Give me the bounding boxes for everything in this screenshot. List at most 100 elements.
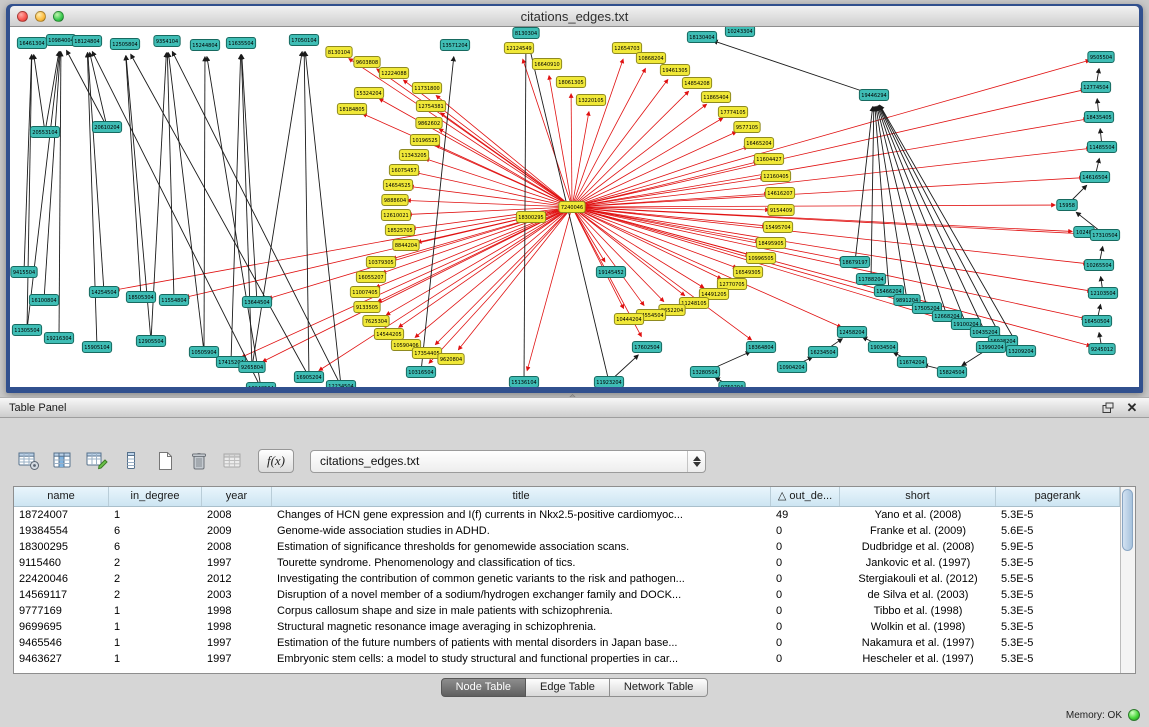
cell-out_de[interactable]: 0 bbox=[771, 619, 840, 635]
cell-short[interactable]: Nakamura et al. (1997) bbox=[840, 635, 996, 651]
network-node[interactable]: 18525705 bbox=[385, 225, 414, 236]
column-header-year[interactable]: year bbox=[202, 487, 272, 506]
cell-short[interactable]: Tibbo et al. (1998) bbox=[840, 603, 996, 619]
column-header-short[interactable]: short bbox=[840, 487, 996, 506]
cell-title[interactable]: Estimation of the future numbers of pati… bbox=[272, 635, 771, 651]
network-node[interactable]: 16465204 bbox=[744, 138, 773, 149]
network-node[interactable]: 10196525 bbox=[410, 135, 439, 146]
network-edge[interactable] bbox=[572, 207, 843, 260]
new-document-icon[interactable] bbox=[150, 447, 180, 475]
cell-year[interactable]: 2003 bbox=[202, 587, 272, 603]
network-edge[interactable] bbox=[439, 129, 572, 207]
network-node[interactable]: 8130104 bbox=[326, 47, 352, 58]
cell-name[interactable]: 9777169 bbox=[14, 603, 109, 619]
function-builder-button[interactable]: f(x) bbox=[258, 449, 294, 473]
network-edge[interactable] bbox=[67, 51, 107, 127]
network-node[interactable]: 12124549 bbox=[504, 43, 533, 54]
network-node[interactable]: 12224088 bbox=[379, 68, 408, 79]
table-settings-icon[interactable] bbox=[14, 447, 44, 475]
table-row[interactable]: 969969511998Structural magnetic resonanc… bbox=[14, 619, 1120, 635]
cell-pagerank[interactable]: 5.3E-5 bbox=[996, 651, 1120, 667]
network-node[interactable]: 14544205 bbox=[374, 329, 403, 340]
tab-edge-table[interactable]: Edge Table bbox=[526, 678, 610, 697]
network-node[interactable]: 9265804 bbox=[239, 362, 265, 373]
cell-title[interactable]: Investigating the contribution of common… bbox=[272, 571, 771, 587]
network-node[interactable]: 18505304 bbox=[126, 292, 155, 303]
network-node[interactable]: 20610204 bbox=[92, 122, 121, 133]
network-edge[interactable] bbox=[204, 57, 205, 352]
cell-out_de[interactable]: 0 bbox=[771, 523, 840, 539]
network-node[interactable]: 11788204 bbox=[856, 274, 885, 285]
network-edge[interactable] bbox=[436, 145, 572, 207]
network-edge[interactable] bbox=[207, 57, 261, 387]
network-node[interactable]: 7625304 bbox=[363, 316, 389, 327]
network-edge[interactable] bbox=[572, 148, 1090, 207]
network-edge[interactable] bbox=[231, 55, 241, 362]
network-node[interactable]: 10868204 bbox=[636, 53, 665, 64]
cell-pagerank[interactable]: 5.3E-5 bbox=[996, 635, 1120, 651]
cell-out_de[interactable]: 0 bbox=[771, 651, 840, 667]
network-node[interactable]: 16640910 bbox=[532, 59, 561, 70]
network-node[interactable]: 10379305 bbox=[366, 257, 395, 268]
cell-in_degree[interactable]: 6 bbox=[109, 539, 202, 555]
network-selector-dropdown[interactable]: citations_edges.txt bbox=[310, 450, 706, 473]
cell-out_de[interactable]: 0 bbox=[771, 587, 840, 603]
cell-out_de[interactable]: 0 bbox=[771, 603, 840, 619]
network-window-titlebar[interactable]: citations_edges.txt bbox=[10, 6, 1139, 27]
close-panel-icon[interactable]: ✕ bbox=[1124, 401, 1140, 415]
cell-short[interactable]: Hescheler et al. (1997) bbox=[840, 651, 996, 667]
network-edge[interactable] bbox=[241, 55, 252, 367]
network-edge[interactable] bbox=[242, 55, 257, 302]
column-header-name[interactable]: name bbox=[14, 487, 109, 506]
network-edge[interactable] bbox=[168, 53, 204, 352]
network-node[interactable]: 8130304 bbox=[513, 28, 539, 39]
network-node[interactable]: 12458204 bbox=[837, 327, 866, 338]
cell-pagerank[interactable]: 5.3E-5 bbox=[996, 507, 1120, 523]
cell-title[interactable]: Estimation of significance thresholds fo… bbox=[272, 539, 771, 555]
network-node[interactable]: 11604427 bbox=[754, 154, 783, 165]
network-node[interactable]: 17310504 bbox=[1090, 230, 1119, 241]
cell-year[interactable]: 2008 bbox=[202, 539, 272, 555]
network-node[interactable]: 18364804 bbox=[746, 342, 775, 353]
network-edge[interactable] bbox=[88, 53, 104, 292]
cell-title[interactable]: Structural magnetic resonance image aver… bbox=[272, 619, 771, 635]
network-node[interactable]: 15824504 bbox=[937, 367, 966, 378]
cell-year[interactable]: 1998 bbox=[202, 603, 272, 619]
table-row[interactable]: 977716911998Corpus callosum shape and si… bbox=[14, 603, 1120, 619]
cell-pagerank[interactable]: 5.5E-5 bbox=[996, 571, 1120, 587]
cell-year[interactable]: 1998 bbox=[202, 619, 272, 635]
network-node[interactable]: 18040504 bbox=[246, 383, 275, 388]
network-node[interactable]: 16461304 bbox=[17, 38, 46, 49]
select-columns-icon[interactable] bbox=[48, 447, 78, 475]
network-node[interactable]: 18130404 bbox=[687, 32, 716, 43]
network-node[interactable]: 12234504 bbox=[326, 381, 355, 388]
cell-in_degree[interactable]: 2 bbox=[109, 555, 202, 571]
cell-year[interactable]: 2009 bbox=[202, 523, 272, 539]
network-edge[interactable] bbox=[386, 207, 572, 315]
cell-title[interactable]: Embryonic stem cells: a model to study s… bbox=[272, 651, 771, 667]
network-edge[interactable] bbox=[572, 178, 1083, 207]
network-edge[interactable] bbox=[349, 59, 572, 207]
network-node[interactable]: 14254504 bbox=[89, 287, 118, 298]
cell-title[interactable]: Disruption of a novel member of a sodium… bbox=[272, 587, 771, 603]
network-node[interactable]: 9888604 bbox=[382, 195, 408, 206]
network-node[interactable]: 9245012 bbox=[1089, 344, 1115, 355]
close-window-button[interactable] bbox=[17, 11, 28, 22]
network-edge[interactable] bbox=[572, 207, 1090, 346]
network-node[interactable]: 11731800 bbox=[412, 83, 441, 94]
network-edge[interactable] bbox=[572, 118, 723, 207]
table-row[interactable]: 1830029562008Estimation of significance … bbox=[14, 539, 1120, 555]
column-header-title[interactable]: title bbox=[272, 487, 771, 506]
network-node[interactable]: 7240046 bbox=[559, 202, 585, 213]
network-node[interactable]: 14616504 bbox=[1080, 172, 1109, 183]
network-edge[interactable] bbox=[572, 207, 1085, 318]
cell-title[interactable]: Changes of HCN gene expression and I(f) … bbox=[272, 507, 771, 523]
table-row[interactable]: 1456911722003Disruption of a novel membe… bbox=[14, 587, 1120, 603]
network-edge[interactable] bbox=[436, 96, 572, 207]
cell-year[interactable]: 2012 bbox=[202, 571, 272, 587]
network-edge[interactable] bbox=[572, 205, 1055, 207]
minimize-window-button[interactable] bbox=[35, 11, 46, 22]
network-node[interactable]: 9354104 bbox=[154, 36, 180, 47]
network-edge[interactable] bbox=[572, 60, 1089, 207]
cell-pagerank[interactable]: 5.3E-5 bbox=[996, 619, 1120, 635]
